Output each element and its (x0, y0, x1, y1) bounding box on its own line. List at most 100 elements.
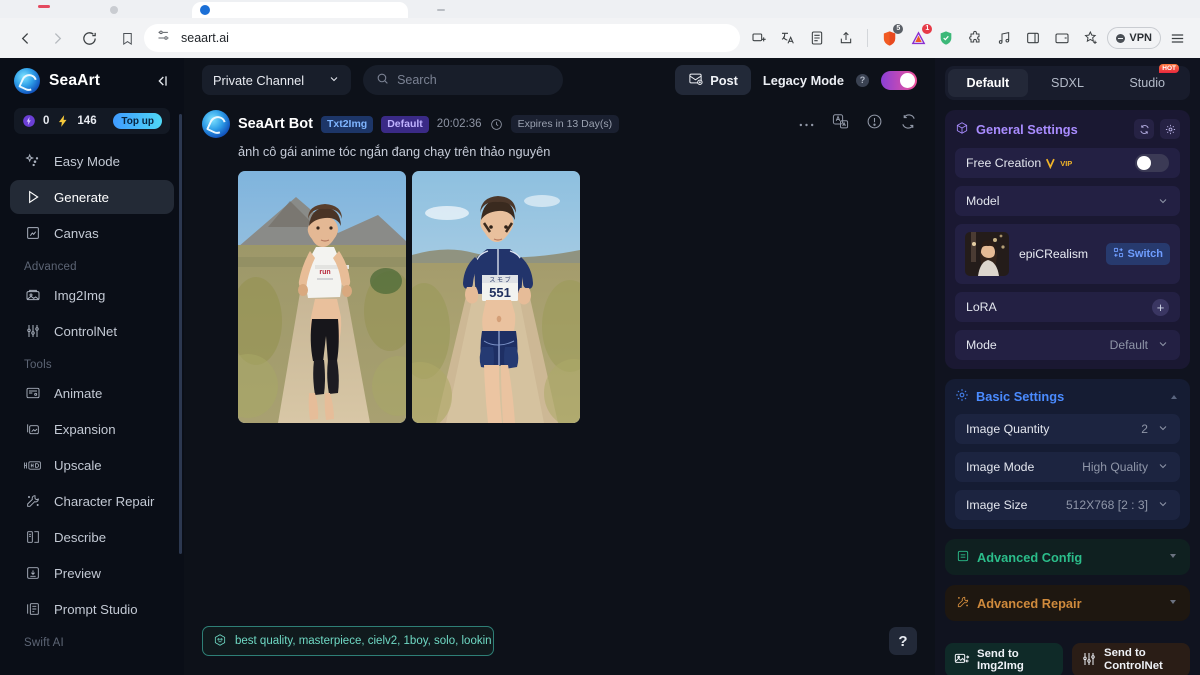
model-tabs: Default SDXL Studio HOT (945, 66, 1190, 100)
send-to-controlnet-button[interactable]: Send to ControlNet (1072, 643, 1190, 675)
model-row[interactable]: Model (955, 186, 1180, 216)
channel-label: Private Channel (213, 73, 304, 88)
sidebar-item-animate[interactable]: Animate (10, 376, 174, 410)
vpn-button[interactable]: VPN (1107, 27, 1161, 49)
mode-label: Mode (966, 338, 997, 352)
browser-tab-strip[interactable] (0, 0, 1200, 18)
mode-row[interactable]: Mode Default (955, 330, 1180, 360)
site-settings-icon[interactable] (156, 28, 171, 48)
split-view-icon[interactable] (746, 25, 772, 51)
canvas-icon (24, 225, 41, 242)
bolt-value: 146 (77, 115, 96, 127)
image-size-row[interactable]: Image Size 512X768 [2 : 3] (955, 490, 1180, 520)
url-text: seaart.ai (181, 31, 229, 45)
brave-rewards-icon[interactable]: 1 (905, 25, 931, 51)
sidebar-item-easy-mode[interactable]: Easy Mode (10, 144, 174, 178)
plus-icon[interactable]: + (1152, 299, 1169, 316)
message-actions (798, 113, 917, 135)
info-icon[interactable] (866, 113, 883, 135)
basic-settings-header[interactable]: Basic Settings (955, 388, 1180, 405)
chevron-up-icon[interactable] (1168, 391, 1180, 403)
sidebar-scrollbar[interactable] (179, 114, 182, 554)
chevron-down-icon (1157, 422, 1169, 437)
refresh-icon[interactable] (1134, 119, 1154, 139)
sidebar-item-describe[interactable]: Describe (10, 520, 174, 554)
vpn-label: VPN (1129, 32, 1152, 44)
generated-image-2[interactable]: ス モ ブ 551 (412, 171, 580, 423)
chevron-down-icon (1157, 195, 1169, 207)
collapse-sidebar-icon[interactable] (154, 73, 170, 89)
send-to-img2img-button[interactable]: Send to Img2Img (945, 643, 1063, 675)
general-settings-header: General Settings (955, 119, 1180, 139)
sidebar-item-character-repair[interactable]: Character Repair (10, 484, 174, 518)
reader-mode-icon[interactable] (804, 25, 830, 51)
chevron-down-icon (1157, 338, 1169, 353)
tab-sdxl[interactable]: SDXL (1028, 69, 1108, 97)
shields-badge: 5 (893, 24, 903, 34)
switch-model-button[interactable]: Switch (1106, 243, 1170, 265)
image-quantity-row[interactable]: Image Quantity 2 (955, 414, 1180, 444)
lora-row[interactable]: LoRA + (955, 292, 1180, 322)
sidebar-item-prompt-studio[interactable]: Prompt Studio (10, 592, 174, 626)
image-quantity-value: 2 (1141, 422, 1148, 436)
send-controlnet-icon (1081, 651, 1097, 670)
sidebar-item-canvas[interactable]: Canvas (10, 216, 174, 250)
free-creation-row[interactable]: Free Creation VIP (955, 148, 1180, 178)
sidebar-group-tools: Tools (10, 350, 174, 376)
post-button[interactable]: Post (675, 65, 751, 95)
status-badge-mode: Default (381, 116, 429, 133)
legacy-mode-label: Legacy Mode (763, 73, 844, 88)
wallet-icon[interactable] (1049, 25, 1075, 51)
more-options-icon[interactable] (798, 115, 815, 133)
music-icon[interactable] (991, 25, 1017, 51)
generated-image-1[interactable]: run (238, 171, 406, 423)
address-bar[interactable]: seaart.ai (144, 24, 740, 52)
bookmark-star-icon[interactable] (1078, 25, 1104, 51)
tab-default[interactable]: Default (948, 69, 1028, 97)
advanced-repair-card[interactable]: Advanced Repair (945, 585, 1190, 621)
help-icon[interactable]: ? (856, 74, 869, 87)
sidebar-item-expansion[interactable]: Expansion (10, 412, 174, 446)
forward-arrow-icon[interactable] (42, 23, 72, 53)
sidebar-item-img2img[interactable]: Img2Img (10, 278, 174, 312)
selected-model-card[interactable]: epiCRealism Switch (955, 224, 1180, 284)
vpn-shield-icon[interactable] (933, 25, 959, 51)
toolbar-icon-group-right: VPN (933, 25, 1190, 51)
credits-bar[interactable]: 0 146 Top up (14, 108, 170, 134)
reload-icon[interactable] (74, 23, 104, 53)
image-mode-row[interactable]: Image Mode High Quality (955, 452, 1180, 482)
extensions-icon[interactable] (962, 25, 988, 51)
free-creation-toggle[interactable] (1135, 154, 1169, 172)
share-icon[interactable] (833, 25, 859, 51)
switch-label: Switch (1128, 248, 1163, 260)
back-arrow-icon[interactable] (10, 23, 40, 53)
gear-icon[interactable] (1160, 119, 1180, 139)
chevron-down-icon (328, 73, 340, 88)
sidebar-item-upscale[interactable]: Upscale (10, 448, 174, 482)
regenerate-icon[interactable] (900, 113, 917, 135)
advanced-config-label: Advanced Config (977, 550, 1082, 565)
send-controlnet-line2: ControlNet (1104, 660, 1163, 673)
tab-studio[interactable]: Studio HOT (1107, 69, 1187, 97)
top-up-button[interactable]: Top up (113, 113, 162, 129)
message-prompt-text: ảnh cô gái anime tóc ngắn đang chạy trên… (238, 144, 917, 159)
brave-shields-icon[interactable]: 5 (876, 25, 902, 51)
search-input[interactable]: Search (363, 65, 563, 95)
translate-icon[interactable] (775, 25, 801, 51)
browser-active-tab[interactable] (192, 2, 408, 18)
prompt-preview-chip[interactable]: best quality, masterpiece, cielv2, 1boy,… (202, 626, 494, 656)
sidebar-item-preview[interactable]: Preview (10, 556, 174, 590)
bookmark-icon[interactable] (110, 31, 144, 46)
sidebar-toggle-icon[interactable] (1020, 25, 1046, 51)
help-button[interactable]: ? (889, 627, 917, 655)
sidebar-item-controlnet[interactable]: ControlNet (10, 314, 174, 348)
channel-selector[interactable]: Private Channel (202, 65, 351, 95)
sidebar-item-generate[interactable]: Generate (10, 180, 174, 214)
vip-badge: VIP (1046, 158, 1072, 169)
vip-badge-label: VIP (1060, 159, 1072, 168)
advanced-config-card[interactable]: Advanced Config (945, 539, 1190, 575)
menu-icon[interactable] (1164, 25, 1190, 51)
legacy-mode-toggle[interactable] (881, 71, 917, 90)
browser-toolbar: seaart.ai 5 1 (0, 18, 1200, 58)
translate-icon[interactable] (832, 113, 849, 135)
